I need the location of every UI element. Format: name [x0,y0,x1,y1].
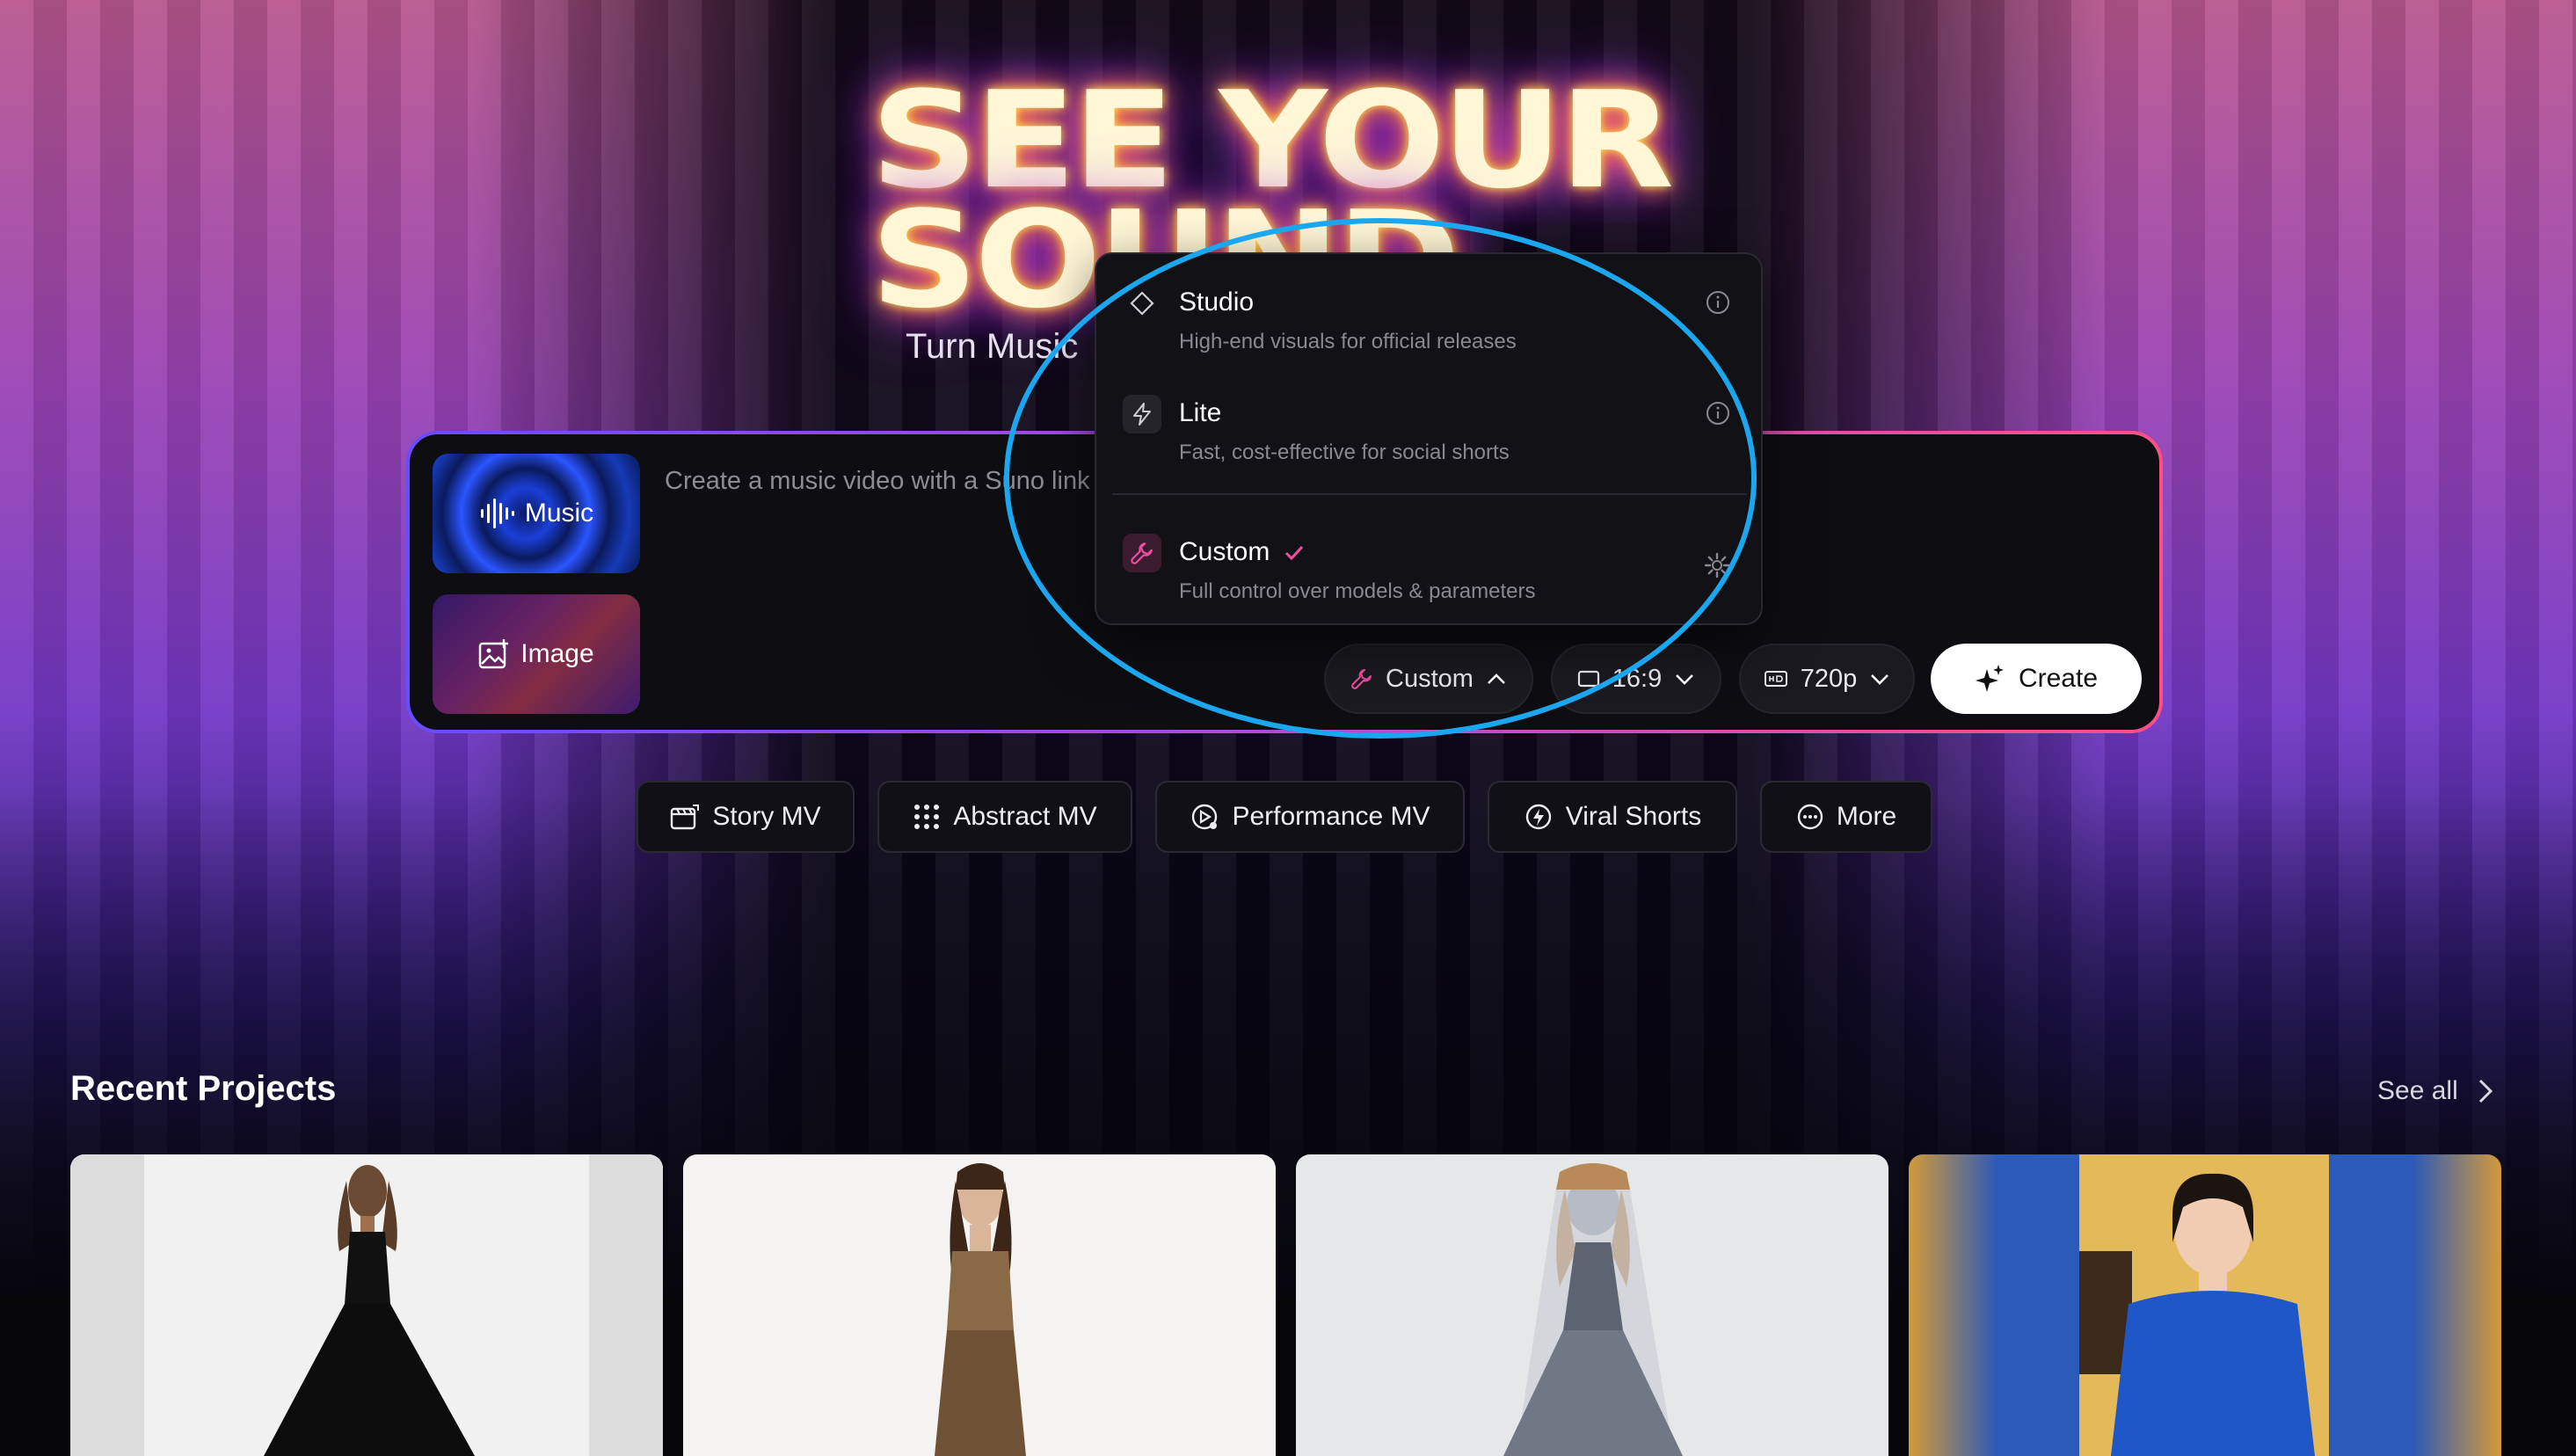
project-thumbnail [70,1154,663,1456]
chip-label: More [1836,802,1897,831]
chevron-right-icon [2478,1079,2492,1103]
grid-icon [914,804,940,829]
create-button-label: Create [2018,664,2099,693]
mode-option-title: Custom [1179,537,1305,567]
project-thumbnail [1296,1154,1888,1456]
viral-icon [1525,804,1551,830]
checkmark-icon [1285,546,1304,561]
chip-viral-shorts[interactable]: Viral Shorts [1488,781,1737,853]
mode-option-title: Studio [1179,288,1255,317]
project-card[interactable] [1296,1154,1888,1456]
diamond-icon [1123,284,1161,323]
more-icon [1797,804,1823,830]
hd-icon [1764,671,1787,687]
resolution-label: 720p [1800,664,1858,693]
see-all-link[interactable]: See all [2377,1076,2493,1106]
project-thumbnail [1909,1154,2501,1456]
mode-selector-label: Custom [1386,664,1474,693]
waveform-icon [480,499,514,528]
mode-option-lite[interactable]: Lite Fast, cost-effective for social sho… [1096,374,1765,470]
recent-projects-title: Recent Projects [70,1069,337,1108]
page: SEE YOUR SOUND Turn Music Music [0,0,2576,1456]
project-card[interactable] [683,1154,1276,1456]
menu-divider [1112,493,1747,495]
wrench-icon [1123,534,1161,572]
chip-story-mv[interactable]: Story MV [637,781,855,853]
info-icon[interactable] [1705,289,1731,316]
mode-option-description: Fast, cost-effective for social shorts [1179,440,1510,464]
mode-option-custom[interactable]: Custom Full control over models & parame… [1096,513,1765,609]
gear-icon[interactable] [1703,551,1731,579]
info-icon[interactable] [1705,400,1731,426]
image-tile[interactable]: Image [433,594,640,714]
chip-more[interactable]: More [1760,781,1932,853]
film-icon [671,804,700,830]
mode-option-studio[interactable]: Studio High-end visuals for official rel… [1096,263,1765,360]
aspect-ratio-icon [1577,670,1599,688]
create-button[interactable]: Create [1931,644,2142,714]
performance-icon [1192,804,1218,830]
music-tile[interactable]: Music [433,454,640,573]
lightning-icon [1123,395,1161,433]
chevron-down-icon [1676,674,1694,685]
project-thumbnail [683,1154,1276,1456]
chevron-up-icon [1488,673,1505,684]
image-icon [479,639,509,669]
mode-option-title: Lite [1179,398,1222,427]
chip-performance-mv[interactable]: Performance MV [1155,781,1465,853]
project-card[interactable] [1909,1154,2501,1456]
music-tile-label: Music [524,499,594,528]
mode-option-description: High-end visuals for official releases [1179,330,1517,353]
chip-label: Viral Shorts [1565,802,1702,831]
sparkle-icon [1975,665,2004,692]
chip-label: Performance MV [1232,802,1430,831]
chevron-down-icon [1871,674,1889,685]
resolution-selector[interactable]: 720p [1739,644,1915,714]
chip-label: Abstract MV [953,802,1097,831]
wrench-icon [1351,669,1372,689]
see-all-label: See all [2377,1076,2458,1105]
aspect-ratio-label: 16:9 [1612,664,1663,693]
project-card[interactable] [70,1154,663,1456]
mode-option-description: Full control over models & parameters [1179,579,1536,603]
mode-selector[interactable]: Custom [1324,644,1533,714]
mode-option-title-text: Custom [1179,537,1270,566]
aspect-ratio-selector[interactable]: 16:9 [1551,644,1721,714]
chip-label: Story MV [712,802,821,831]
hero-subheadline: Turn Music [906,327,1079,366]
chip-abstract-mv[interactable]: Abstract MV [877,781,1132,853]
image-tile-label: Image [520,639,594,668]
mode-dropdown: Studio High-end visuals for official rel… [1095,252,1763,625]
